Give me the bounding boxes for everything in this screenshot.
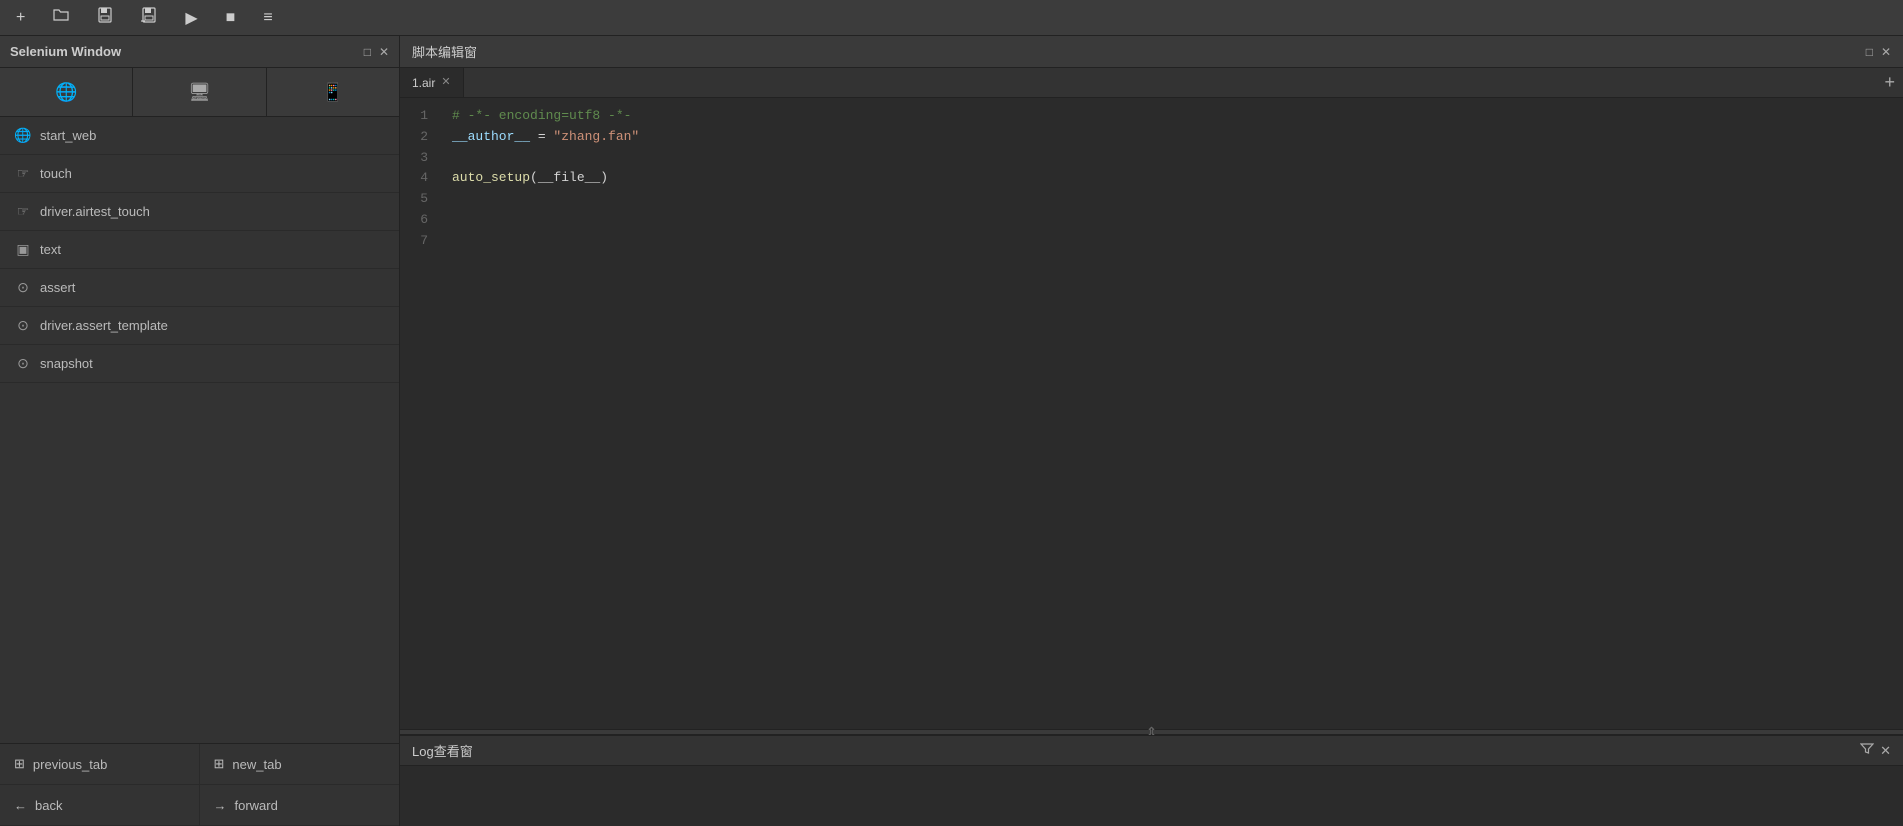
code-content[interactable]: # -*- encoding=utf8 -*- __author__ = "zh… (440, 98, 1903, 729)
sidebar-item-previous-tab[interactable]: ⊞ previous_tab (0, 744, 200, 785)
code-comment-1: # -*- encoding=utf8 -*- (452, 108, 631, 123)
snapshot-icon: ⊙ (14, 355, 32, 372)
sidebar-item-label-start-web: start_web (40, 128, 96, 143)
code-line-7 (452, 231, 1891, 252)
sidebar-item-label-assert: assert (40, 280, 75, 295)
tab-bar: 1.air ✕ + (400, 68, 1903, 98)
sidebar-item-label-previous-tab: previous_tab (33, 757, 107, 772)
sidebar-item-label-forward: forward (235, 798, 278, 813)
editor-header: 脚本编辑窗 □ ✕ (400, 36, 1903, 68)
sidebar-item-touch[interactable]: ☞ touch (0, 155, 399, 193)
code-author-value: "zhang.fan" (553, 129, 639, 144)
icon-tabs: 🌐 🖥 📱 (0, 68, 399, 117)
tab-1air[interactable]: 1.air ✕ (400, 68, 464, 97)
top-toolbar: + ▶ ■ ≡ (0, 0, 1903, 36)
code-line-3 (452, 148, 1891, 169)
sidebar-item-assert[interactable]: ⊙ assert (0, 269, 399, 307)
monitor-tab[interactable]: 🖥 (133, 68, 266, 116)
line-number-5: 5 (400, 189, 428, 210)
sidebar-item-forward[interactable]: → forward (200, 785, 400, 826)
monitor-icon: 🖥 (188, 82, 211, 103)
log-header-buttons: ✕ (1860, 742, 1891, 759)
tab-close-button[interactable]: ✕ (441, 77, 450, 88)
log-header: Log查看窗 ✕ (400, 736, 1903, 766)
line-numbers: 1 2 3 4 5 6 7 (400, 98, 440, 729)
sidebar-item-text[interactable]: ▣ text (0, 231, 399, 269)
sidebar-header: Selenium Window □ ✕ (0, 36, 399, 68)
editor-area: 脚本编辑窗 □ ✕ 1.air ✕ + 1 2 3 4 5 6 7 (400, 36, 1903, 826)
sidebar-items-list: 🌐 start_web ☞ touch ☞ driver.airtest_tou… (0, 117, 399, 743)
editor-header-buttons: □ ✕ (1866, 45, 1891, 59)
menu-button[interactable]: ≡ (257, 5, 278, 31)
globe-icon: 🌐 (55, 82, 77, 103)
log-title: Log查看窗 (412, 741, 473, 760)
sidebar-item-label-driver-airtest-touch: driver.airtest_touch (40, 204, 150, 219)
main-layout: Selenium Window □ ✕ 🌐 🖥 📱 🌐 start_web (0, 36, 1903, 826)
new-tab-icon: ⊞ (214, 756, 225, 772)
line-number-1: 1 (400, 106, 428, 127)
driver-assert-template-icon: ⊙ (14, 317, 32, 334)
code-line-4: auto_setup(__file__) (452, 168, 1891, 189)
globe-tab[interactable]: 🌐 (0, 68, 133, 116)
new-file-button[interactable]: + (10, 5, 31, 31)
add-tab-button[interactable]: + (1876, 72, 1903, 93)
text-icon: ▣ (14, 241, 32, 258)
save-all-button[interactable] (135, 3, 163, 32)
assert-icon: ⊙ (14, 279, 32, 296)
sidebar-minimize-button[interactable]: □ (364, 45, 371, 59)
sidebar-header-buttons: □ ✕ (364, 45, 389, 59)
editor-minimize-button[interactable]: □ (1866, 45, 1873, 59)
log-close-button[interactable]: ✕ (1880, 742, 1891, 759)
tab-label: 1.air (412, 76, 435, 90)
run-button[interactable]: ▶ (179, 4, 203, 32)
line-number-2: 2 (400, 127, 428, 148)
sidebar-item-label-back: back (35, 798, 62, 813)
log-panel: Log查看窗 ✕ (400, 735, 1903, 826)
sidebar-item-back[interactable]: ← back (0, 785, 200, 826)
driver-airtest-touch-icon: ☞ (14, 203, 32, 220)
code-line-6 (452, 210, 1891, 231)
code-line-1: # -*- encoding=utf8 -*- (452, 106, 1891, 127)
sidebar-item-start-web[interactable]: 🌐 start_web (0, 117, 399, 155)
device-icon: 📱 (322, 82, 344, 103)
sidebar-close-button[interactable]: ✕ (379, 45, 389, 59)
code-line-5 (452, 189, 1891, 210)
stop-button[interactable]: ■ (220, 5, 242, 31)
open-file-button[interactable] (47, 3, 75, 32)
sidebar: Selenium Window □ ✕ 🌐 🖥 📱 🌐 start_web (0, 36, 400, 826)
code-func-name: auto_setup (452, 170, 530, 185)
sidebar-item-label-driver-assert-template: driver.assert_template (40, 318, 168, 333)
code-editor[interactable]: 1 2 3 4 5 6 7 # -*- encoding=utf8 -*- __… (400, 98, 1903, 729)
sidebar-item-label-snapshot: snapshot (40, 356, 93, 371)
line-number-3: 3 (400, 148, 428, 169)
sidebar-title: Selenium Window (10, 44, 121, 59)
sidebar-item-new-tab[interactable]: ⊞ new_tab (200, 744, 400, 785)
start-web-icon: 🌐 (14, 127, 32, 144)
sidebar-item-driver-assert-template[interactable]: ⊙ driver.assert_template (0, 307, 399, 345)
line-number-6: 6 (400, 210, 428, 231)
editor-header-title: 脚本编辑窗 (412, 42, 477, 61)
log-filter-button[interactable] (1860, 742, 1874, 759)
previous-tab-icon: ⊞ (14, 756, 25, 772)
sidebar-item-label-new-tab: new_tab (232, 757, 281, 772)
log-content (400, 766, 1903, 826)
code-line-2: __author__ = "zhang.fan" (452, 127, 1891, 148)
code-author-var: __author__ (452, 129, 530, 144)
touch-icon: ☞ (14, 165, 32, 182)
device-tab[interactable]: 📱 (267, 68, 399, 116)
back-icon: ← (14, 798, 27, 813)
sidebar-bottom: ⊞ previous_tab ⊞ new_tab ← back → forwar… (0, 743, 399, 826)
line-number-4: 4 (400, 168, 428, 189)
line-number-7: 7 (400, 231, 428, 252)
sidebar-item-label-touch: touch (40, 166, 72, 181)
forward-icon: → (214, 798, 227, 813)
save-file-button[interactable] (91, 3, 119, 32)
sidebar-item-snapshot[interactable]: ⊙ snapshot (0, 345, 399, 383)
sidebar-item-driver-airtest-touch[interactable]: ☞ driver.airtest_touch (0, 193, 399, 231)
code-equals: = (530, 129, 553, 144)
sidebar-item-label-text: text (40, 242, 61, 257)
code-func-args: (__file__) (530, 170, 608, 185)
editor-close-button[interactable]: ✕ (1881, 45, 1891, 59)
